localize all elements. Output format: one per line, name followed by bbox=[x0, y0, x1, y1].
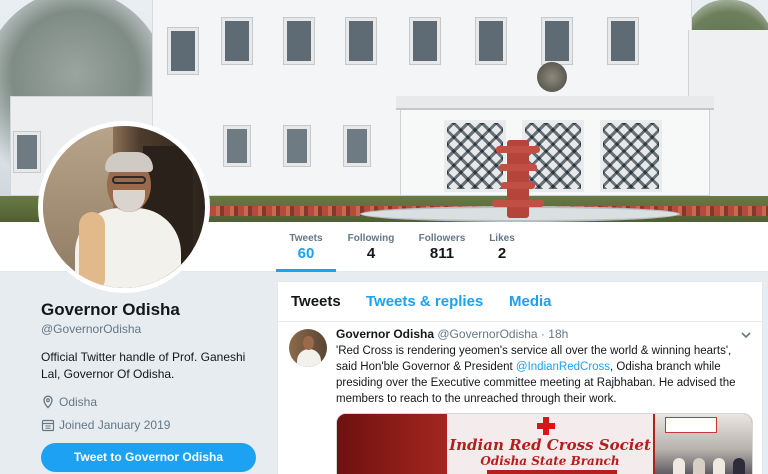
window bbox=[284, 126, 310, 166]
profile-bio: Official Twitter handle of Prof. Ganeshi… bbox=[41, 350, 246, 381]
window bbox=[608, 18, 638, 64]
stat-value: 60 bbox=[297, 245, 315, 262]
media-banner-subtitle: Odisha State Branch bbox=[480, 454, 620, 468]
avatar-body bbox=[297, 349, 321, 367]
tweet-avatar[interactable] bbox=[289, 329, 327, 367]
avatar-photo bbox=[43, 126, 205, 288]
emblem bbox=[537, 62, 567, 92]
tab-media[interactable]: Media bbox=[509, 293, 552, 310]
stat-value: 2 bbox=[497, 245, 507, 262]
tweet-media[interactable]: Indian Red Cross Societ Odisha State Bra… bbox=[336, 413, 753, 474]
window bbox=[168, 28, 198, 74]
porch-roof bbox=[396, 96, 714, 110]
profile-location: Odisha bbox=[41, 395, 261, 409]
tab-tweets-replies[interactable]: Tweets & replies bbox=[366, 293, 483, 310]
fountain-tier bbox=[499, 164, 537, 171]
tweet-to-button[interactable]: Tweet to Governor Odisha bbox=[41, 443, 256, 472]
media-person bbox=[733, 458, 745, 474]
window bbox=[344, 126, 370, 166]
location-text: Odisha bbox=[59, 395, 98, 409]
red-cross-icon bbox=[537, 423, 555, 429]
avatar-shawl bbox=[79, 212, 105, 288]
mention-link[interactable]: @IndianRedCross bbox=[516, 361, 610, 373]
tweet-header: Governor Odisha @GovernorOdisha · 18h bbox=[336, 327, 568, 341]
window bbox=[542, 18, 572, 64]
chevron-down-icon[interactable] bbox=[740, 329, 752, 341]
media-background bbox=[337, 414, 445, 474]
avatar-hair bbox=[105, 152, 153, 172]
stat-label: Likes bbox=[489, 233, 515, 244]
media-sign bbox=[665, 417, 717, 433]
media-person bbox=[713, 458, 725, 474]
timeline: Tweets Tweets & replies Media Governor O… bbox=[277, 281, 763, 474]
fountain-tier bbox=[492, 200, 544, 207]
media-banner-strip bbox=[487, 470, 617, 474]
media-person bbox=[693, 458, 705, 474]
stat-label: Followers bbox=[418, 233, 466, 244]
profile-joined: Joined January 2019 bbox=[41, 418, 261, 432]
stat-followers[interactable]: Followers 811 bbox=[416, 222, 468, 272]
tweet-author-handle[interactable]: @GovernorOdisha bbox=[437, 327, 537, 341]
tweet-text: 'Red Cross is rendering yeomen's service… bbox=[336, 343, 754, 407]
tweet-timestamp[interactable]: 18h bbox=[548, 327, 568, 341]
avatar-head bbox=[303, 336, 314, 350]
joined-text: Joined January 2019 bbox=[59, 418, 171, 432]
window bbox=[14, 132, 40, 172]
tab-tweets[interactable]: Tweets bbox=[291, 293, 341, 310]
window bbox=[224, 126, 250, 166]
window bbox=[284, 18, 314, 64]
fountain-tier bbox=[501, 182, 535, 189]
profile-handle[interactable]: @GovernorOdisha bbox=[41, 322, 261, 336]
avatar-glasses bbox=[112, 176, 146, 184]
calendar-icon bbox=[41, 419, 55, 432]
window bbox=[222, 18, 252, 64]
profile-card: Governor Odisha @GovernorOdisha Official… bbox=[41, 300, 261, 432]
stat-tweets[interactable]: Tweets 60 bbox=[276, 222, 336, 272]
window bbox=[476, 18, 506, 64]
media-person bbox=[673, 458, 685, 474]
tweet-author-name[interactable]: Governor Odisha bbox=[336, 327, 434, 341]
tweet-separator: · bbox=[540, 327, 545, 341]
window bbox=[410, 18, 440, 64]
map-pin-icon bbox=[43, 395, 53, 409]
lattice-screen bbox=[444, 120, 506, 192]
profile-page: Tweets 60 Following 4 Followers 811 Like… bbox=[0, 0, 768, 474]
lattice-screen bbox=[600, 120, 662, 192]
window bbox=[346, 18, 376, 64]
stat-value: 811 bbox=[429, 245, 455, 262]
media-banner-title: Indian Red Cross Societ bbox=[449, 436, 651, 454]
stat-label: Tweets bbox=[289, 233, 323, 244]
timeline-tabs: Tweets Tweets & replies Media bbox=[278, 282, 762, 322]
profile-avatar[interactable] bbox=[38, 121, 210, 293]
profile-name[interactable]: Governor Odisha bbox=[41, 300, 261, 320]
stat-likes[interactable]: Likes 2 bbox=[486, 222, 518, 272]
fountain-tier bbox=[496, 146, 540, 153]
stat-following[interactable]: Following 4 bbox=[344, 222, 398, 272]
stat-label: Following bbox=[347, 233, 395, 244]
stat-value: 4 bbox=[366, 245, 376, 262]
